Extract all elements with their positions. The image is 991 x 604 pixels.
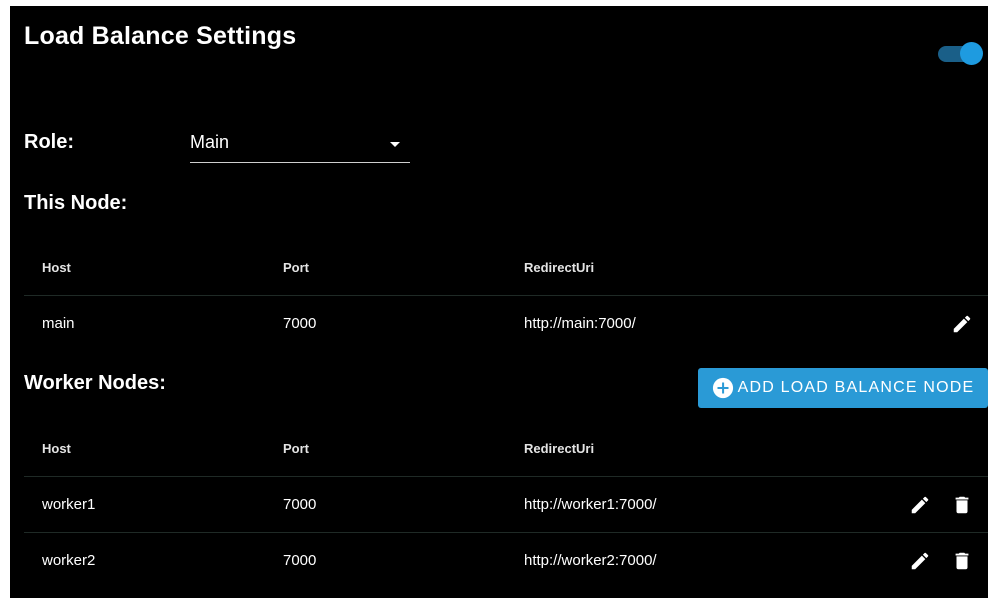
this-node-table: Host Port RedirectUri main 7000 http://m… — [24, 239, 988, 351]
caret-down-icon — [390, 142, 400, 147]
table-row: main 7000 http://main:7000/ — [24, 296, 988, 351]
plus-circle-icon — [712, 377, 733, 399]
add-load-balance-node-button[interactable]: ADD LOAD BALANCE NODE — [698, 368, 988, 408]
row-actions — [908, 477, 974, 532]
this-node-title: This Node: — [24, 192, 128, 214]
redirect-uri-cell: http://main:7000/ — [524, 315, 636, 332]
role-label: Role: — [24, 131, 74, 153]
table-header-row: Host Port RedirectUri — [24, 239, 988, 296]
column-header-host: Host — [42, 259, 71, 275]
redirect-uri-cell: http://worker2:7000/ — [524, 552, 657, 569]
page-title: Load Balance Settings — [24, 22, 297, 50]
role-select-value: Main — [190, 132, 230, 152]
port-cell: 7000 — [283, 552, 317, 569]
row-actions — [950, 296, 974, 351]
row-actions — [908, 533, 974, 588]
redirect-uri-cell: http://worker1:7000/ — [524, 496, 657, 513]
port-cell: 7000 — [283, 315, 317, 332]
worker-nodes-table: Host Port RedirectUri worker1 7000 http:… — [24, 420, 988, 588]
column-header-host: Host — [42, 440, 71, 456]
host-cell: main — [42, 315, 75, 332]
role-select[interactable]: Main — [190, 128, 410, 163]
column-header-redirect-uri: RedirectUri — [524, 440, 595, 456]
port-cell: 7000 — [283, 496, 317, 513]
trash-icon[interactable] — [950, 549, 974, 573]
table-header-row: Host Port RedirectUri — [24, 420, 988, 477]
add-load-balance-node-label: ADD LOAD BALANCE NODE — [737, 379, 975, 396]
load-balance-enabled-toggle[interactable] — [938, 42, 983, 65]
worker-nodes-title: Worker Nodes: — [24, 372, 166, 394]
table-row: worker1 7000 http://worker1:7000/ — [24, 477, 988, 533]
pencil-icon[interactable] — [950, 312, 974, 336]
column-header-port: Port — [283, 440, 309, 456]
pencil-icon[interactable] — [908, 549, 932, 573]
toggle-thumb — [960, 42, 983, 65]
trash-icon[interactable] — [950, 493, 974, 517]
host-cell: worker1 — [42, 496, 96, 513]
pencil-icon[interactable] — [908, 493, 932, 517]
host-cell: worker2 — [42, 552, 96, 569]
column-header-redirect-uri: RedirectUri — [524, 259, 595, 275]
table-row: worker2 7000 http://worker2:7000/ — [24, 533, 988, 588]
load-balance-settings-panel: Load Balance Settings Role: Main This No… — [10, 6, 988, 598]
column-header-port: Port — [283, 259, 309, 275]
